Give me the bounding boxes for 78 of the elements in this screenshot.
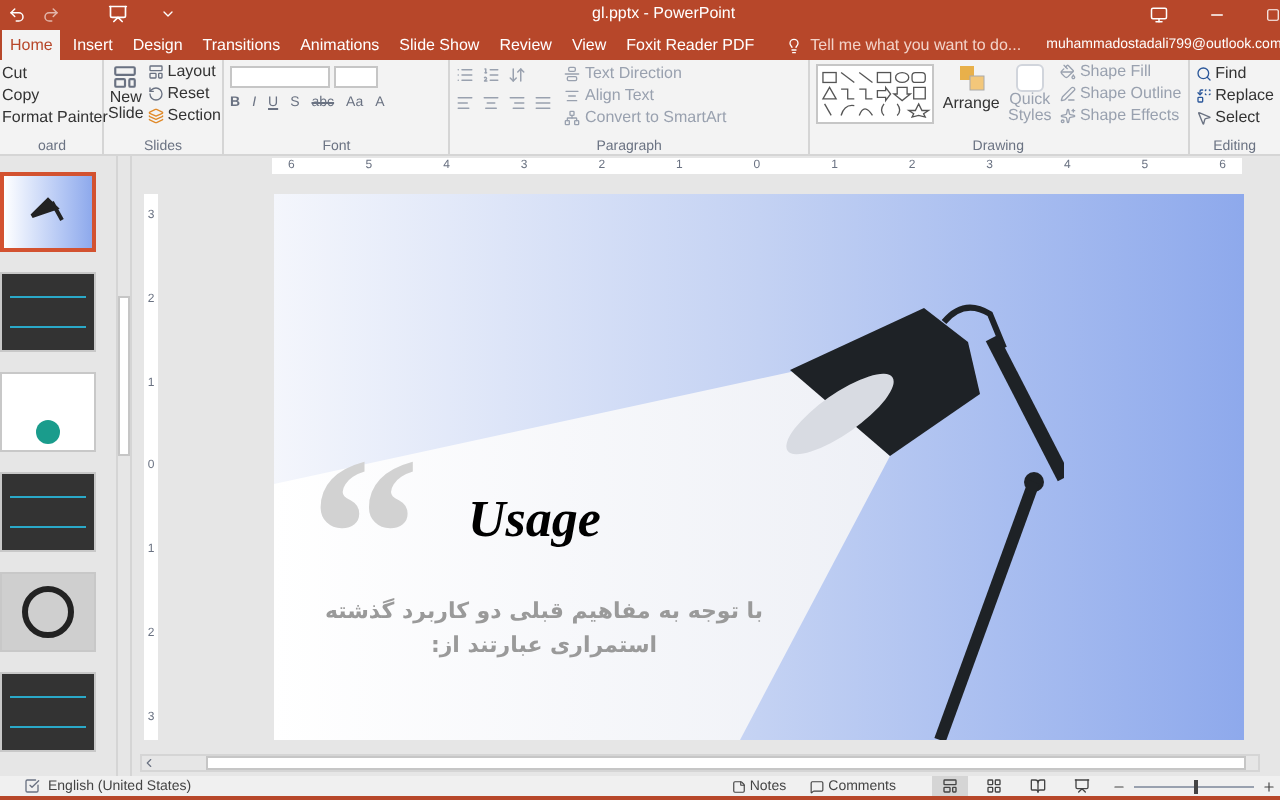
slide-layout-icon	[112, 64, 139, 90]
editing-button[interactable]: Replace	[1195, 88, 1274, 104]
presenter-icon[interactable]	[108, 4, 128, 24]
presentation-icon	[1074, 778, 1090, 794]
slide-thumbnail[interactable]	[0, 572, 96, 652]
pen-icon	[1059, 86, 1076, 102]
slides-button[interactable]: Layout	[147, 64, 221, 80]
ring-icon	[22, 586, 74, 638]
slide-body-text: با توجه به مفاهیم قبلی دو کاربرد گذشته استمراری عبارتند از:	[322, 596, 766, 662]
book-icon	[1030, 778, 1046, 794]
new-slide-button[interactable]: New Slide	[108, 64, 144, 140]
reset-icon	[147, 86, 164, 102]
arrange-button[interactable]: Arrange	[942, 64, 1000, 140]
zoom-slider[interactable]	[1134, 779, 1254, 793]
paint-bucket-icon	[1059, 64, 1076, 80]
ribbon-tab[interactable]: Transitions	[194, 30, 289, 60]
quote-mark: “	[310, 444, 420, 564]
slide-thumbnail[interactable]	[0, 172, 96, 252]
pointer-icon	[1195, 110, 1212, 126]
align-center-icon[interactable]	[482, 94, 501, 112]
search-icon	[1195, 66, 1212, 82]
sparkles-icon	[1059, 108, 1076, 124]
slide-thumbnail[interactable]	[0, 372, 96, 452]
slide-thumbnail[interactable]	[0, 472, 96, 552]
slide-title: Usage	[468, 494, 601, 546]
ribbon-tab[interactable]: Design	[124, 30, 191, 60]
ribbon-tab[interactable]: Animations	[292, 30, 388, 60]
ribbon-display-icon[interactable]	[1150, 5, 1168, 23]
line-spacing-icon[interactable]	[508, 66, 527, 84]
view-button[interactable]	[932, 776, 968, 796]
layout-icon	[147, 64, 164, 80]
slides-button[interactable]: Reset	[147, 86, 221, 102]
window-title: gl.pptx - PowerPoint	[592, 2, 736, 26]
slides-button[interactable]: Section	[147, 108, 221, 124]
numbering-icon[interactable]	[482, 66, 501, 84]
editing-button[interactable]: Find	[1195, 66, 1274, 82]
spelling-icon[interactable]	[24, 778, 40, 794]
maximize-icon[interactable]	[1266, 7, 1280, 21]
ribbon-tab[interactable]: Review	[491, 30, 560, 60]
text-direction-icon	[564, 66, 581, 82]
ribbon-tab[interactable]: View	[563, 30, 615, 60]
clipboard-button[interactable]: Copy	[2, 88, 102, 104]
zoom-in-icon[interactable]	[1262, 779, 1276, 793]
ribbon-tab[interactable]: Insert	[64, 30, 121, 60]
lightbulb-icon	[786, 37, 803, 53]
scroll-left-icon[interactable]	[142, 755, 156, 769]
horizontal-scrollbar[interactable]	[140, 753, 1260, 771]
slide-thumbnail[interactable]	[0, 672, 96, 752]
ribbon-tab[interactable]: Home	[2, 30, 61, 60]
arrange-icon	[957, 64, 986, 92]
ribbon-tab[interactable]: Slide Show	[391, 30, 488, 60]
shapes-gallery[interactable]	[815, 64, 935, 124]
smartart-icon	[564, 110, 581, 126]
text-lines-icon	[10, 496, 86, 528]
undo-icon[interactable]	[8, 5, 26, 23]
justify-icon[interactable]	[534, 94, 553, 112]
comment-icon	[810, 779, 825, 793]
clipboard-button[interactable]: Cut	[2, 66, 102, 82]
replace-icon	[1195, 88, 1212, 104]
align-right-icon[interactable]	[508, 94, 527, 112]
tell-me-field[interactable]: Tell me what you want to do...	[810, 32, 1047, 58]
grid-icon	[986, 778, 1002, 794]
font-size-field[interactable]	[334, 66, 378, 88]
note-icon	[731, 779, 746, 793]
slide-thumbnail[interactable]	[0, 272, 96, 352]
text-lines-icon	[10, 296, 86, 328]
customize-icon[interactable]	[160, 6, 176, 22]
normal-view-icon	[942, 778, 958, 794]
align-left-icon[interactable]	[456, 94, 475, 112]
thumbnail-scrollbar[interactable]	[116, 156, 132, 776]
align-text-icon	[564, 88, 581, 104]
text-lines-icon	[10, 696, 86, 728]
editing-button[interactable]: Select	[1195, 110, 1274, 126]
layers-icon	[147, 108, 164, 124]
bullets-icon[interactable]	[456, 66, 475, 84]
font-name-field[interactable]	[230, 66, 330, 88]
ribbon-tab[interactable]: Foxit Reader PDF	[618, 30, 763, 60]
redo-icon[interactable]	[42, 5, 60, 23]
